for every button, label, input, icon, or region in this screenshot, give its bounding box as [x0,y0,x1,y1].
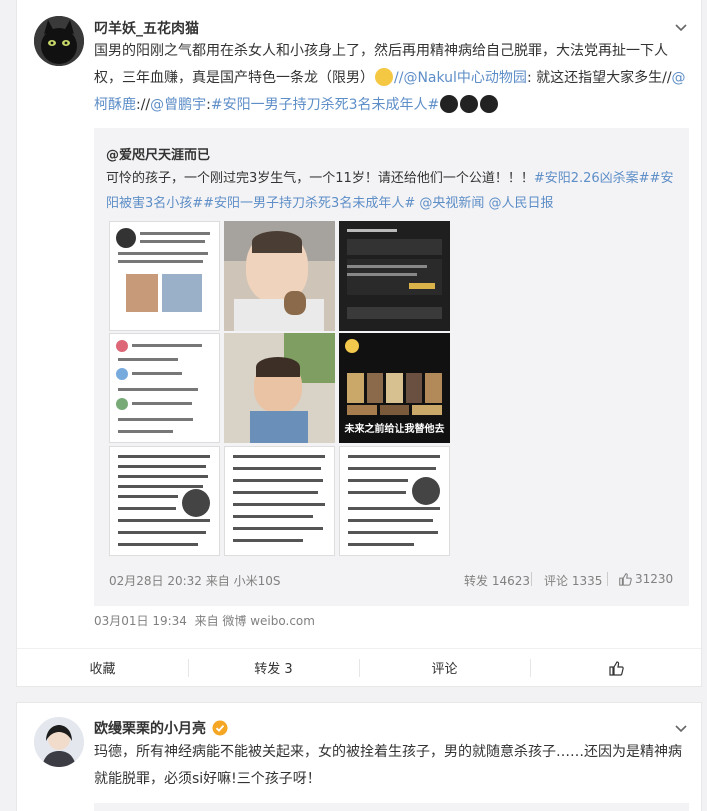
image-thumbnail[interactable] [109,221,220,331]
favorite-label: 收藏 [89,662,116,677]
post-text-part: : 就这还指望大家多生// [526,70,672,86]
repost-username[interactable]: @爱咫尺天涯而已 [106,144,210,163]
username[interactable]: 欧缦栗栗的小月亮 [94,718,206,738]
repost-like-stat[interactable]: 31230 [618,572,673,586]
image-thumbnail[interactable] [339,221,450,331]
post-text: 国男的阳刚之气都用在杀女人和小孩身上了，然后再用精神病给自己脱罪，大法党再扯一下… [94,38,688,119]
avatar[interactable] [34,717,84,767]
black-cat-avatar-icon [34,16,84,66]
divider [607,572,608,586]
repost-timestamp: 02月28日 20:32 来自 小米10S [109,572,280,589]
post-source: 微博 weibo.com [222,614,315,628]
girl-avatar-icon [34,717,84,767]
username[interactable]: 叼羊妖_五花肉猫 [94,18,199,38]
hashtag-link[interactable]: #安阳一男子持刀杀死3名未成年人# [211,97,439,113]
image-thumbnail[interactable] [224,333,335,443]
repost-comment-count: 1335 [571,574,603,588]
feed-card: 欧缦栗栗的小月亮 玛德，所有神经病能不能被关起来，女的被拴着生孩子，男的就随意杀… [16,702,702,811]
image-caption: 未来之前给让我替他去 [344,424,445,435]
thumbs-up-icon [608,660,624,676]
repost-block: @爱咫尺天涯而已 可怜的孩子，一个刚过完3岁生气，一个11岁！请还给他们一个公道… [94,128,689,606]
post-time[interactable]: 03月01日 19:34 [94,614,187,628]
image-thumbnail[interactable] [224,221,335,331]
repost-forward-label: 转发 [464,574,489,588]
owl-emoji-icon [440,95,459,113]
like-button[interactable] [530,649,701,686]
comment-label: 评论 [431,662,458,677]
repost-comment-stat[interactable]: 评论 1335 [544,572,602,589]
comment-button[interactable]: 评论 [359,649,530,686]
repost-source: 来自 小米10S [205,574,281,588]
repost-text-body: 可怜的孩子，一个刚过完3岁生气，一个11岁！请还给他们一个公道！！！ [106,171,534,186]
mention-link[interactable]: @曾鹏宇 [150,97,206,113]
image-thumbnail[interactable] [339,446,450,556]
repost-button[interactable]: 转发 3 [188,649,359,686]
mention-link[interactable]: @人民日报 [489,196,554,211]
chevron-down-icon[interactable] [673,721,689,737]
avatar[interactable] [34,16,84,66]
repost-forward-count: 14623 [491,574,531,588]
username-row: 欧缦栗栗的小月亮 [94,718,228,738]
repost-label: 转发 3 [254,662,293,677]
mention-link[interactable]: @Nakul中心动物园 [403,70,527,86]
post-text: 玛德，所有神经病能不能被关起来，女的被拴着生孩子，男的就随意杀孩子……还因为是精… [94,744,682,787]
post-timestamp: 03月01日 19:34 来自 微博 weibo.com [94,612,315,629]
source-prefix: 来自 [194,614,219,628]
image-thumbnail[interactable] [109,446,220,556]
chevron-down-icon[interactable] [673,20,689,36]
owl-emoji-icon [460,95,479,113]
verified-badge-icon [212,720,228,736]
repost-text: 可怜的孩子，一个刚过完3岁生气，一个11岁！请还给他们一个公道！！！#安阳2.2… [106,166,676,216]
repost-block [94,803,689,811]
thumbs-up-icon [619,573,632,586]
repost-comment-label: 评论 [544,574,569,588]
image-thumbnail[interactable]: 未来之前给让我替他去 [339,333,450,443]
image-thumbnail[interactable] [109,333,220,443]
mention-link[interactable]: @央视新闻 [419,196,484,211]
image-thumbnail[interactable] [224,446,335,556]
owl-emoji-icon [480,95,499,113]
action-bar: 收藏 转发 3 评论 [17,648,701,686]
divider [531,572,532,586]
repost-like-count: 31230 [635,572,674,586]
feed-card: 叼羊妖_五花肉猫 国男的阳刚之气都用在杀女人和小孩身上了，然后再用精神病给自己脱… [16,0,702,687]
post-text-part: :// [136,97,151,113]
repost-time[interactable]: 02月28日 20:32 [109,574,202,588]
favorite-button[interactable]: 收藏 [17,649,188,686]
repost-forward-stat[interactable]: 转发 14623 [464,572,530,589]
smile-emoji-icon [375,68,393,86]
